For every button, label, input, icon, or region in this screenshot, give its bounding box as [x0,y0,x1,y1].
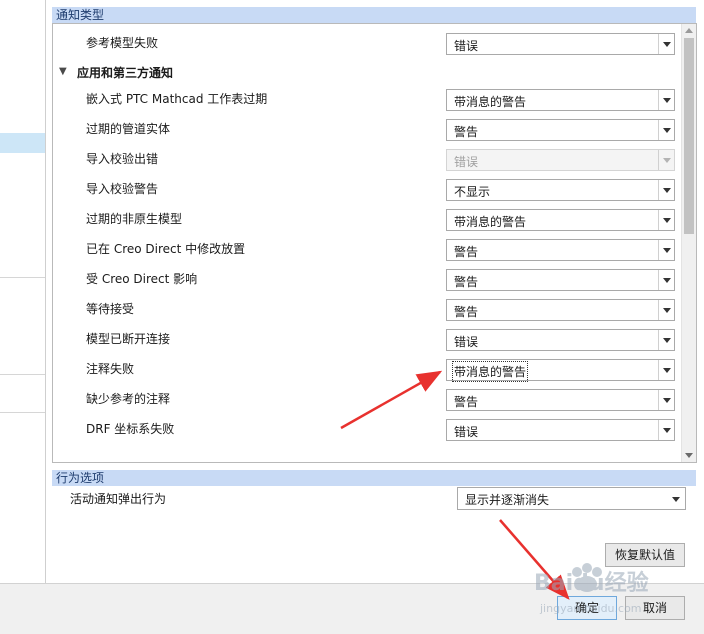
dropdown-arrow-button[interactable] [658,240,674,260]
row-label: 嵌入式 PTC Mathcad 工作表过期 [86,92,268,106]
notification-dropdown[interactable]: 错误 [446,33,675,55]
notification-dropdown-disabled: 错误 [446,149,675,171]
dropdown-arrow-button[interactable] [658,270,674,290]
row-label: 导入校验出错 [86,152,159,166]
row-label: 已在 Creo Direct 中修改放置 [86,242,246,256]
notification-list: 参考模型失败 错误 ▼ 应用和第三方通知 嵌入式 PTC Mathcad 工作表… [52,23,697,463]
notification-dropdown[interactable]: 错误 [446,329,675,351]
left-nav-panel [0,0,46,583]
left-nav-divider [0,277,45,278]
chevron-down-icon [663,218,671,223]
scroll-down-icon[interactable] [685,453,693,458]
popup-behavior-label: 活动通知弹出行为 [70,492,167,506]
dropdown-value: 警告 [454,305,479,319]
dropdown-value: 错误 [454,155,479,169]
chevron-down-icon [663,308,671,313]
dropdown-arrow-button[interactable] [658,300,674,320]
dropdown-value: 警告 [454,395,479,409]
notification-dropdown[interactable]: 警告 [446,239,675,261]
left-nav-selected-item[interactable] [0,133,45,153]
row-label: 缺少参考的注释 [86,392,171,406]
vertical-scrollbar[interactable] [681,24,696,462]
notification-dropdown[interactable]: 警告 [446,269,675,291]
chevron-down-icon [663,158,671,163]
chevron-down-icon [663,42,671,47]
notification-dropdown[interactable]: 警告 [446,119,675,141]
dropdown-arrow-button[interactable] [658,210,674,230]
dropdown-arrow-button[interactable] [658,90,674,110]
dropdown-value: 显示并逐渐消失 [465,493,550,507]
cancel-button[interactable]: 取消 [625,596,685,620]
dropdown-value: 带消息的警告 [451,361,529,382]
row-label: 等待接受 [86,302,135,316]
chevron-down-icon [663,128,671,133]
chevron-down-icon [663,188,671,193]
row-label: DRF 坐标系失败 [86,422,175,436]
dropdown-value: 警告 [454,245,479,259]
chevron-down-icon [672,497,680,502]
row-label: 参考模型失败 [86,36,159,50]
chevron-down-icon [663,428,671,433]
dropdown-arrow-button[interactable] [658,120,674,140]
collapse-toggle-icon[interactable]: ▼ [59,66,67,77]
chevron-down-icon [663,338,671,343]
dropdown-value: 错误 [454,39,479,53]
popup-behavior-dropdown[interactable]: 显示并逐渐消失 [457,487,686,510]
chevron-down-icon [663,368,671,373]
row-label: 受 Creo Direct 影响 [86,272,198,286]
dropdown-value: 带消息的警告 [454,215,527,229]
chevron-down-icon [663,398,671,403]
notification-dropdown[interactable]: 警告 [446,389,675,411]
dropdown-arrow-button[interactable] [658,330,674,350]
dropdown-arrow-button[interactable] [658,420,674,440]
chevron-down-icon [663,248,671,253]
dropdown-value: 带消息的警告 [454,95,527,109]
dropdown-arrow-button[interactable] [658,34,674,54]
section-header-notification-types: 通知类型 [52,7,696,23]
row-label: 注释失败 [86,362,135,376]
notification-dropdown[interactable]: 不显示 [446,179,675,201]
section-header-behavior-options: 行为选项 [52,470,696,486]
scroll-up-icon[interactable] [685,28,693,33]
ok-button[interactable]: 确定 [557,596,617,620]
row-label: 导入校验警告 [86,182,159,196]
scrollbar-thumb[interactable] [684,38,694,234]
dropdown-arrow-button[interactable] [658,360,674,380]
dropdown-value: 警告 [454,275,479,289]
notification-dropdown-focused[interactable]: 带消息的警告 [446,359,675,382]
left-nav-divider [0,374,45,375]
notification-dropdown[interactable]: 错误 [446,419,675,441]
dropdown-value: 不显示 [454,185,491,199]
dropdown-arrow-button [658,150,674,170]
row-label: 模型已断开连接 [86,332,171,346]
restore-defaults-button[interactable]: 恢复默认值 [605,543,685,567]
group-label: 应用和第三方通知 [77,66,174,80]
dropdown-value: 错误 [454,425,479,439]
chevron-down-icon [663,98,671,103]
dropdown-arrow-button[interactable] [658,390,674,410]
row-label: 过期的非原生模型 [86,212,183,226]
left-nav-divider [0,412,45,413]
row-label: 过期的管道实体 [86,122,171,136]
chevron-down-icon [663,278,671,283]
dropdown-value: 错误 [454,335,479,349]
notification-dropdown[interactable]: 带消息的警告 [446,209,675,231]
dropdown-value: 警告 [454,125,479,139]
notification-dropdown[interactable]: 带消息的警告 [446,89,675,111]
notification-dropdown[interactable]: 警告 [446,299,675,321]
dropdown-arrow-button[interactable] [658,180,674,200]
